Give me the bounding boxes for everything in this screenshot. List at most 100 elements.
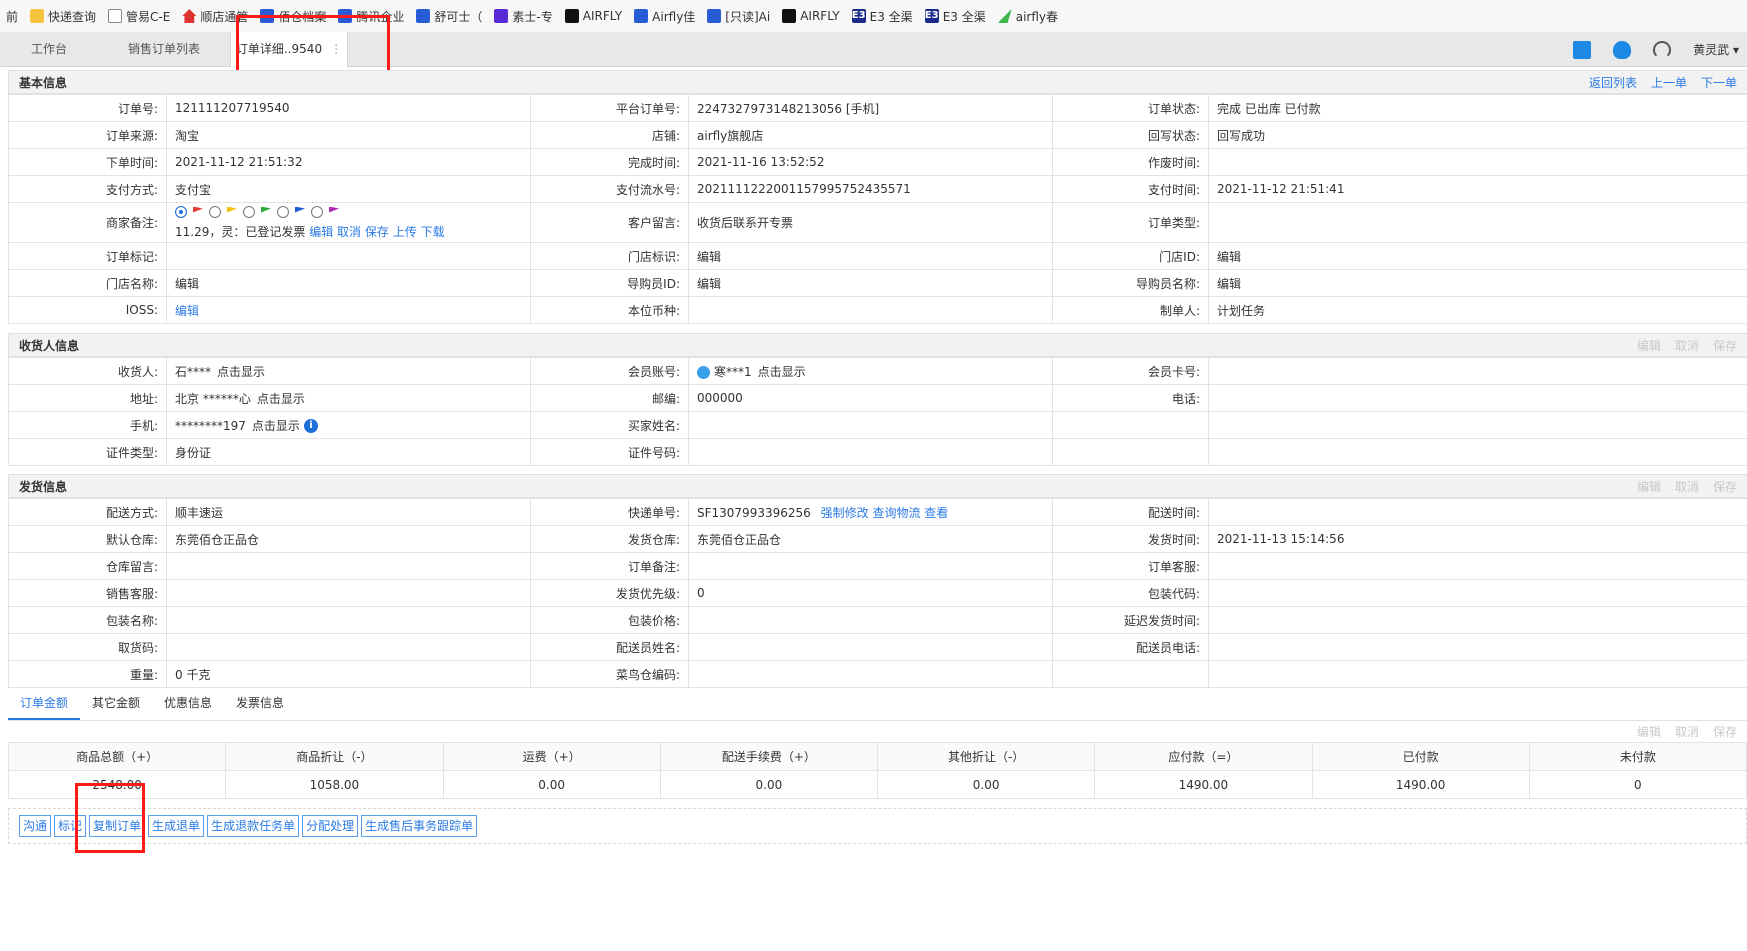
shipping-method-value: 顺丰速运 xyxy=(166,498,531,526)
receiver-info-table: 收货人: 石**** 点击显示 会员账号: 寒***1 点击显示 会员卡号: 地址:… xyxy=(8,357,1747,466)
note-cancel-link[interactable]: 取消 xyxy=(337,225,361,239)
flag-red-radio[interactable] xyxy=(175,205,187,218)
receiver-info-header: 收货人信息 编辑 取消 保存 xyxy=(8,333,1747,357)
bookmark-item[interactable]: 快递查询 xyxy=(24,0,102,32)
amount-column-header: 应付款（=） xyxy=(1094,742,1313,771)
note-save-link[interactable]: 保存 xyxy=(365,225,389,239)
section-title: 发货信息 xyxy=(19,479,68,494)
flag-yellow-radio[interactable] xyxy=(209,205,221,218)
note-download-link[interactable]: 下载 xyxy=(421,225,445,239)
flag-green-radio[interactable] xyxy=(243,205,255,218)
bookmark-label: 前 xyxy=(6,9,19,24)
view-tracking-link[interactable]: 查看 xyxy=(924,506,948,520)
tab-order-amount[interactable]: 订单金额 xyxy=(8,690,81,720)
field-value xyxy=(166,242,531,270)
shipping-save-button[interactable]: 保存 xyxy=(1713,478,1737,495)
bookmark-item[interactable]: E3 E3 全渠 xyxy=(846,0,919,32)
bookmark-item[interactable]: AIRFLY xyxy=(559,0,628,32)
bookmark-item[interactable]: 前 xyxy=(0,0,24,32)
bookmark-label: 舒可士（ xyxy=(434,9,483,24)
communicate-button[interactable]: 沟通 xyxy=(19,815,52,837)
amount-edit-button[interactable]: 编辑 xyxy=(1637,723,1661,740)
bookmark-label: E3 全渠 xyxy=(869,9,913,24)
assign-process-button[interactable]: 分配处理 xyxy=(302,815,359,837)
section-title: 收货人信息 xyxy=(19,338,80,353)
field-edit-placeholder[interactable]: 编辑 xyxy=(1208,269,1747,297)
flag-purple-radio[interactable] xyxy=(311,205,323,218)
tracking-number-label: 快递单号: xyxy=(530,498,689,526)
shipping-edit-button[interactable]: 编辑 xyxy=(1637,478,1661,495)
show-address-link[interactable]: 点击显示 xyxy=(257,392,305,406)
bookmark-label: 管易C-E xyxy=(126,9,171,24)
field-label: 订单标记: xyxy=(8,242,167,270)
field-value: 2021-11-12 21:51:41 xyxy=(1208,175,1747,203)
document-icon xyxy=(108,9,123,23)
user-menu[interactable]: 黄灵武 ▾ xyxy=(1693,41,1739,58)
show-member-account-link[interactable]: 点击显示 xyxy=(758,365,806,379)
bookmark-item[interactable]: Airfly佳 xyxy=(628,0,701,32)
bookmark-label: 快递查询 xyxy=(48,9,97,24)
field-label xyxy=(1052,660,1209,688)
note-edit-link[interactable]: 编辑 xyxy=(309,225,333,239)
next-order-link[interactable]: 下一单 xyxy=(1701,74,1737,91)
field-label: 发货优先级: xyxy=(530,579,689,607)
lightbulb-icon[interactable] xyxy=(1613,40,1632,59)
bookmark-item[interactable]: 舒可士（ xyxy=(410,0,488,32)
field-label: 支付流水号: xyxy=(530,175,689,203)
field-value: 东莞佰仓正品仓 xyxy=(688,525,1053,553)
show-mobile-link[interactable]: 点击显示 xyxy=(252,419,300,433)
bookmark-item[interactable]: 素士-专 xyxy=(488,0,558,32)
highlight-box-tab xyxy=(236,15,390,76)
tab-sales-order-list[interactable]: 销售订单列表 xyxy=(98,32,230,67)
bookmark-item[interactable]: airfly春 xyxy=(992,0,1064,32)
generate-refund-task-button[interactable]: 生成退款任务单 xyxy=(207,815,300,837)
generate-return-button[interactable]: 生成退单 xyxy=(148,815,205,837)
info-icon[interactable]: i xyxy=(303,419,318,433)
bookmark-item[interactable]: [只读]Ai xyxy=(701,0,776,32)
zip-label: 邮编: xyxy=(530,384,689,412)
back-to-list-link[interactable]: 返回列表 xyxy=(1589,74,1637,91)
shipping-cancel-button[interactable]: 取消 xyxy=(1675,478,1699,495)
amount-value: 0.00 xyxy=(876,770,1096,799)
amount-value: 0.00 xyxy=(659,770,879,799)
mobile-value: ********197 xyxy=(175,418,246,433)
tab-other-amount[interactable]: 其它金额 xyxy=(80,690,152,720)
field-edit-placeholder[interactable]: 编辑 xyxy=(688,242,1053,270)
field-label: 包装名称: xyxy=(8,606,167,634)
tab-invoice-info[interactable]: 发票信息 xyxy=(224,690,296,720)
amount-save-button[interactable]: 保存 xyxy=(1713,723,1737,740)
field-label: 延迟发货时间: xyxy=(1052,606,1209,634)
prev-order-link[interactable]: 上一单 xyxy=(1651,74,1687,91)
field-edit-placeholder[interactable]: 编辑 xyxy=(1208,242,1747,270)
query-logistics-link[interactable]: 查询物流 xyxy=(872,506,920,520)
field-value: 0 千克 xyxy=(166,660,531,688)
force-modify-link[interactable]: 强制修改 xyxy=(821,506,869,520)
field-edit-placeholder[interactable]: 编辑 xyxy=(688,269,1053,297)
amount-column-header: 已付款 xyxy=(1311,742,1530,771)
red-flag-icon xyxy=(193,206,203,213)
generate-aftersale-tracking-button[interactable]: 生成售后事务跟踪单 xyxy=(361,815,478,837)
amount-value: 0.00 xyxy=(442,770,661,799)
receiver-edit-button[interactable]: 编辑 xyxy=(1637,337,1661,354)
bookmark-item[interactable]: E3 E3 全渠 xyxy=(919,0,992,32)
tab-discount-info[interactable]: 优惠信息 xyxy=(152,690,224,720)
headset-icon[interactable] xyxy=(1653,40,1672,59)
field-edit-placeholder[interactable]: 编辑 xyxy=(166,269,531,297)
receiver-cancel-button[interactable]: 取消 xyxy=(1675,337,1699,354)
amount-cancel-button[interactable]: 取消 xyxy=(1675,723,1699,740)
bookmark-label: [只读]Ai xyxy=(725,9,771,24)
field-value xyxy=(688,660,1053,688)
field-value: 0 xyxy=(688,579,1053,607)
notebook-icon[interactable] xyxy=(1573,40,1592,59)
show-receiver-name-link[interactable]: 点击显示 xyxy=(217,365,265,379)
wangwang-icon[interactable] xyxy=(697,365,710,379)
amount-tabs: 订单金额 其它金额 优惠信息 发票信息 xyxy=(8,690,296,720)
ioss-edit-link[interactable]: 编辑 xyxy=(175,304,199,318)
bookmark-item[interactable]: 管易C-E xyxy=(102,0,176,32)
section-title: 基本信息 xyxy=(19,75,68,90)
flag-blue-radio[interactable] xyxy=(277,205,289,218)
receiver-save-button[interactable]: 保存 xyxy=(1713,337,1737,354)
bookmark-item[interactable]: AIRFLY xyxy=(776,0,845,32)
note-upload-link[interactable]: 上传 xyxy=(393,225,417,239)
tab-workbench[interactable]: 工作台 xyxy=(0,32,98,67)
